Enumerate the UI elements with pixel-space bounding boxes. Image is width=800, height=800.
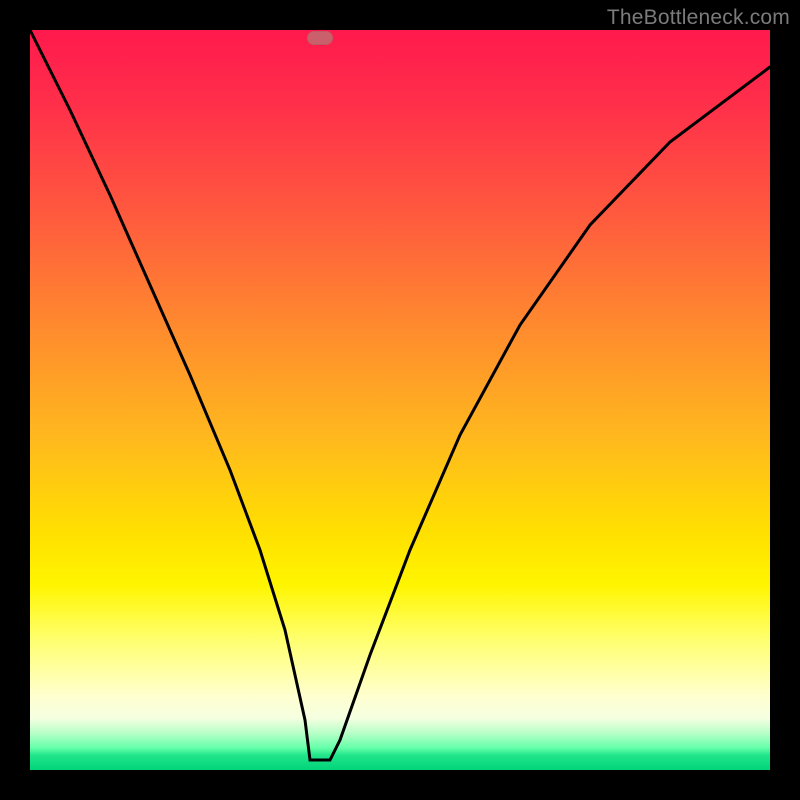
outer-frame: TheBottleneck.com — [0, 0, 800, 800]
optimal-marker — [307, 31, 333, 45]
bottleneck-curve — [30, 30, 770, 760]
watermark-text: TheBottleneck.com — [607, 6, 790, 30]
plot-area — [30, 30, 770, 770]
curve-svg — [30, 30, 770, 770]
